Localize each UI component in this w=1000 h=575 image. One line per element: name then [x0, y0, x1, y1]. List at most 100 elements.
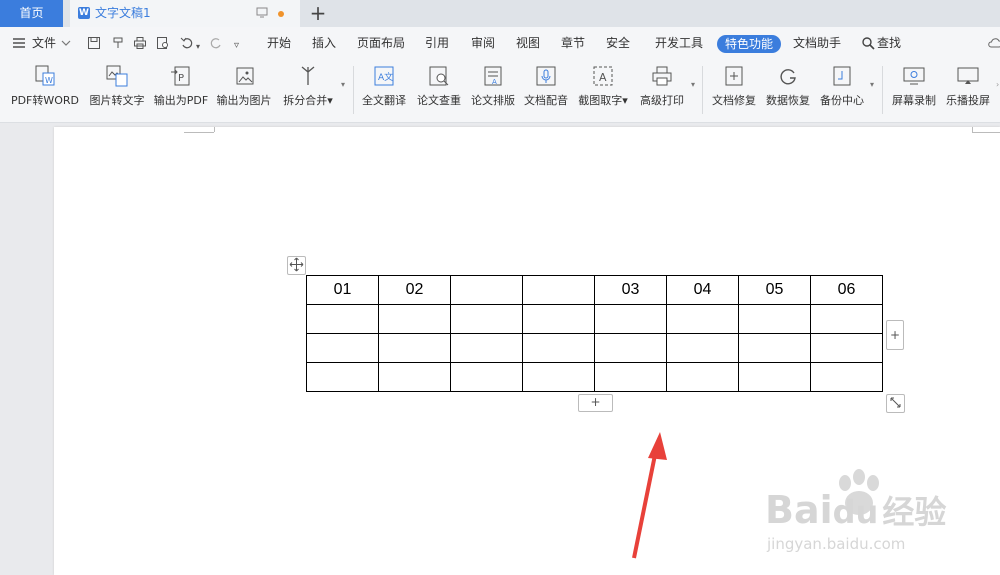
- screen-cast-button[interactable]: 乐播投屏: [942, 60, 994, 120]
- table-cell[interactable]: [522, 304, 595, 334]
- plagiarism-check-button[interactable]: 论文查重: [413, 60, 465, 120]
- table-cell[interactable]: [450, 304, 523, 334]
- more-dropdown-icon[interactable]: ▾: [691, 80, 695, 89]
- table-cell[interactable]: [594, 333, 667, 363]
- format-painter-icon[interactable]: [111, 36, 125, 54]
- table-cell[interactable]: 06: [810, 275, 883, 305]
- table-cell[interactable]: [306, 362, 379, 392]
- table-cell[interactable]: [306, 304, 379, 334]
- translate-icon: A文: [374, 66, 394, 86]
- table-move-handle[interactable]: [287, 256, 306, 275]
- menu-security[interactable]: 安全: [606, 27, 630, 60]
- search-label[interactable]: 查找: [877, 27, 901, 60]
- table-cell[interactable]: [594, 362, 667, 392]
- add-row-button[interactable]: +: [578, 394, 613, 412]
- document-table[interactable]: 01 02 03 04 05 06: [306, 275, 883, 392]
- hamburger-menu-icon[interactable]: [12, 36, 26, 54]
- cloud-icon[interactable]: [988, 36, 1000, 54]
- menu-review[interactable]: 审阅: [471, 27, 495, 60]
- svg-text:A文: A文: [378, 71, 393, 83]
- screen-cast-label: 乐播投屏: [946, 94, 990, 107]
- table-cell[interactable]: [810, 362, 883, 392]
- new-tab-button[interactable]: +: [308, 2, 328, 24]
- export-pdf-button[interactable]: P 输出为PDF: [150, 60, 212, 120]
- svg-text:P: P: [178, 73, 184, 84]
- split-merge-button[interactable]: 拆分合并▾: [277, 60, 339, 120]
- menu-insert[interactable]: 插入: [312, 27, 336, 60]
- ribbon-toolbar: W PDF转WORD 图片转文字 P 输出为PDF 输出为图片 拆分合并▾ ▾ …: [0, 60, 1000, 123]
- undo-dropdown-icon[interactable]: ▾: [196, 39, 200, 54]
- doc-voiceover-button[interactable]: 文档配音: [520, 60, 572, 120]
- table-cell[interactable]: 04: [666, 275, 739, 305]
- search-icon[interactable]: [861, 36, 875, 54]
- table-cell[interactable]: [450, 333, 523, 363]
- print-preview-icon[interactable]: [156, 36, 170, 54]
- table-cell[interactable]: 03: [594, 275, 667, 305]
- add-column-button[interactable]: +: [886, 320, 904, 350]
- menu-references[interactable]: 引用: [425, 27, 449, 60]
- print-icon[interactable]: [133, 36, 147, 54]
- menu-developer-tools[interactable]: 开发工具: [655, 27, 703, 60]
- table-cell[interactable]: 01: [306, 275, 379, 305]
- table-cell[interactable]: [450, 275, 523, 305]
- menu-page-layout[interactable]: 页面布局: [357, 27, 405, 60]
- data-recovery-button[interactable]: 数据恢复: [762, 60, 814, 120]
- table-cell[interactable]: 02: [378, 275, 451, 305]
- table-cell[interactable]: [450, 362, 523, 392]
- more-dropdown-icon[interactable]: ▾: [870, 80, 874, 89]
- undo-icon[interactable]: [180, 36, 194, 54]
- menu-special-features[interactable]: 特色功能: [717, 35, 782, 53]
- table-cell[interactable]: [378, 333, 451, 363]
- svg-text:A: A: [492, 78, 497, 86]
- data-recovery-label: 数据恢复: [766, 94, 810, 107]
- chevron-down-icon[interactable]: [61, 36, 71, 54]
- data-recovery-icon: [780, 69, 796, 85]
- split-merge-icon: [301, 66, 315, 85]
- table-resize-handle[interactable]: [886, 394, 905, 413]
- table-cell[interactable]: [738, 304, 811, 334]
- menu-doc-assistant[interactable]: 文档助手: [793, 27, 841, 60]
- table-cell[interactable]: 05: [738, 275, 811, 305]
- table-cell[interactable]: [522, 333, 595, 363]
- monitor-icon[interactable]: [256, 6, 268, 21]
- table-cell[interactable]: [306, 333, 379, 363]
- table-cell[interactable]: [666, 362, 739, 392]
- table-cell[interactable]: [378, 304, 451, 334]
- export-image-button[interactable]: 输出为图片: [213, 60, 275, 120]
- advanced-print-button[interactable]: 高级打印: [634, 60, 690, 120]
- more-dropdown-icon[interactable]: ›: [996, 80, 999, 89]
- export-image-label: 输出为图片: [216, 94, 272, 107]
- screenshot-ocr-button[interactable]: A 截图取字▾: [574, 60, 632, 120]
- menu-chapter[interactable]: 章节: [561, 27, 585, 60]
- table-cell[interactable]: [522, 362, 595, 392]
- table-cell[interactable]: [810, 304, 883, 334]
- table-cell[interactable]: [522, 275, 595, 305]
- full-translate-button[interactable]: A文 全文翻译: [358, 60, 410, 120]
- table-cell[interactable]: [378, 362, 451, 392]
- menu-start[interactable]: 开始: [267, 27, 291, 60]
- screen-record-icon: [903, 67, 925, 85]
- screen-record-button[interactable]: 屏幕录制: [888, 60, 940, 120]
- ribbon-separator: [702, 66, 703, 114]
- pdf-to-word-button[interactable]: W PDF转WORD: [8, 60, 82, 120]
- tab-home[interactable]: 首页: [0, 0, 63, 27]
- redo-icon[interactable]: [209, 36, 223, 54]
- doc-repair-button[interactable]: 文档修复: [708, 60, 760, 120]
- customize-toolbar-icon[interactable]: ▿: [234, 38, 239, 53]
- advanced-print-label: 高级打印: [640, 94, 684, 107]
- more-dropdown-icon[interactable]: ▾: [341, 80, 345, 89]
- table-cell[interactable]: [738, 333, 811, 363]
- table-cell[interactable]: [810, 333, 883, 363]
- backup-center-button[interactable]: 备份中心: [816, 60, 868, 120]
- tab-document[interactable]: W 文字文稿1: [70, 0, 300, 27]
- screen-cast-icon: [957, 67, 979, 84]
- table-cell[interactable]: [738, 362, 811, 392]
- table-cell[interactable]: [594, 304, 667, 334]
- table-cell[interactable]: [666, 333, 739, 363]
- save-icon[interactable]: [87, 36, 101, 54]
- menu-view[interactable]: 视图: [516, 27, 540, 60]
- table-cell[interactable]: [666, 304, 739, 334]
- image-to-text-button[interactable]: 图片转文字: [86, 60, 148, 120]
- file-menu[interactable]: 文件: [32, 27, 56, 60]
- thesis-layout-button[interactable]: A 论文排版: [467, 60, 519, 120]
